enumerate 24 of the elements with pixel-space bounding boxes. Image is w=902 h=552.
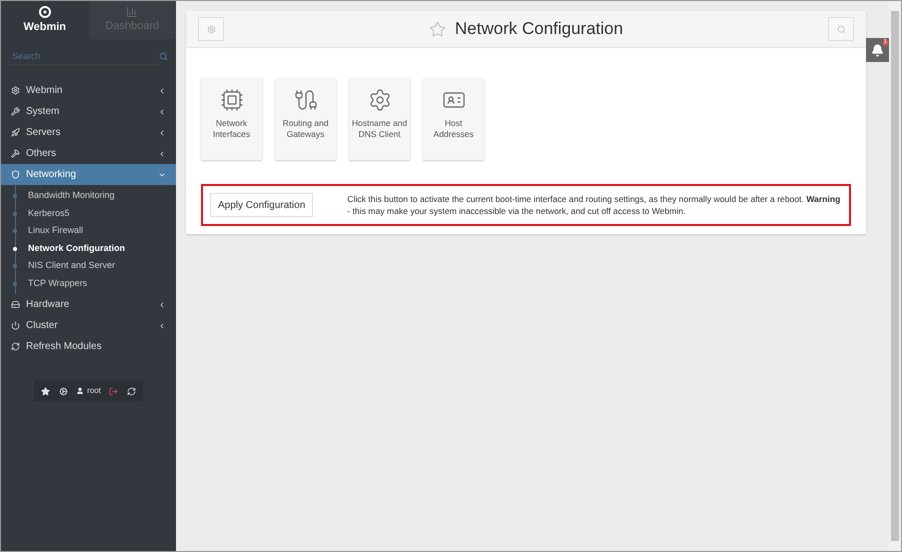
submenu-item[interactable]: NIS Client and Server bbox=[1, 257, 176, 274]
submenu-item[interactable]: Linux Firewall bbox=[1, 222, 176, 240]
menu-item[interactable]: Hardware bbox=[1, 294, 176, 315]
menu-item[interactable]: Others bbox=[1, 143, 176, 164]
page-title: Network Configuration bbox=[454, 18, 624, 40]
search-field[interactable]: Search bbox=[9, 47, 159, 65]
module-tile[interactable]: Hostname and DNS Client bbox=[349, 78, 410, 160]
submenu-item[interactable]: Network Configuration bbox=[1, 240, 176, 257]
menu-item[interactable]: Refresh Modules bbox=[1, 336, 176, 357]
menu-item[interactable]: Cluster bbox=[1, 315, 176, 336]
submenu-item[interactable]: TCP Wrappers bbox=[1, 274, 176, 292]
apply-description: Click this button to activate the current boot-time interface and routing settings, as they normally would be after a reboot. Warning - this may make your system inaccessible via the network, and cut off access to Webmin. bbox=[347, 193, 842, 217]
apply-configuration-button[interactable]: Apply Configuration bbox=[210, 193, 314, 217]
module-tile[interactable]: Routing and Gateways bbox=[275, 78, 336, 160]
module-tile[interactable]: Network Interfaces bbox=[201, 78, 262, 160]
menu-item[interactable]: System bbox=[1, 101, 176, 122]
sidebar-tab[interactable]: Webmin bbox=[1, 1, 88, 39]
submenu-item[interactable]: Kerberos5 bbox=[1, 204, 176, 222]
module-tile[interactable]: Host Addresses bbox=[423, 78, 484, 160]
menu-item[interactable]: Servers bbox=[1, 122, 176, 143]
user-button[interactable]: root bbox=[73, 384, 104, 398]
menu-item[interactable]: Networking bbox=[1, 164, 176, 185]
submenu-item[interactable]: Bandwidth Monitoring bbox=[1, 187, 176, 204]
menu-item[interactable]: Webmin bbox=[1, 80, 176, 101]
